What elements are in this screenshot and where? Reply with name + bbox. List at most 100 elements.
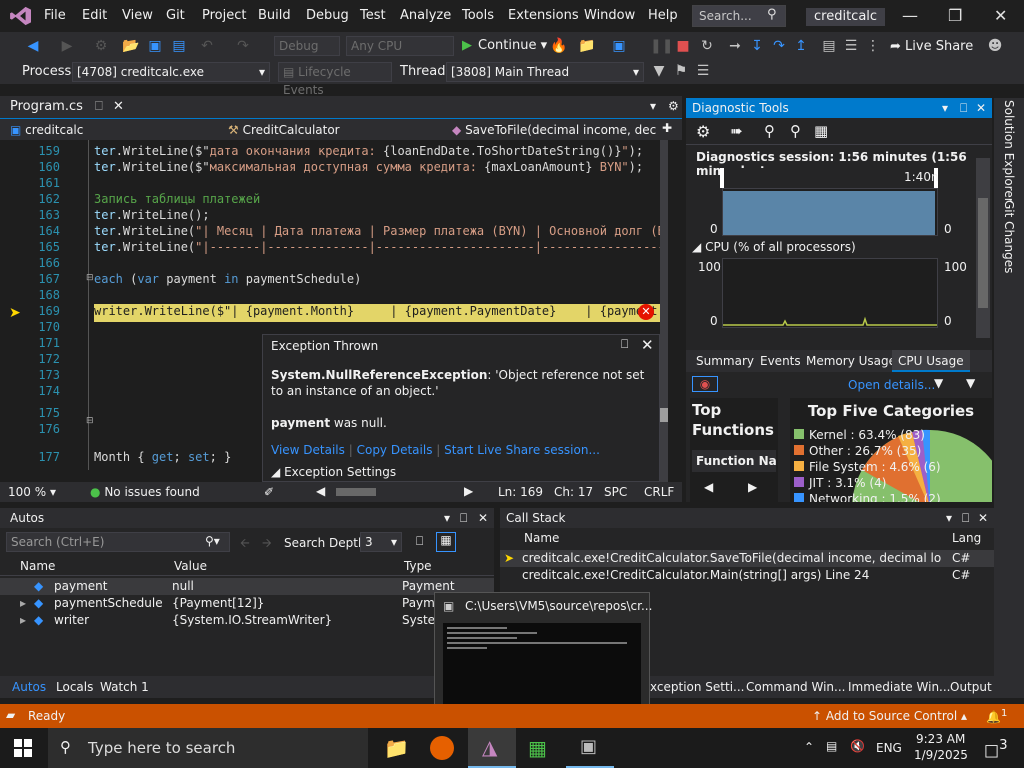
column-indicator[interactable]: Ch: 17 [554,485,593,499]
tab-exception-settings[interactable]: xception Setti... [650,680,744,694]
save-icon[interactable]: ▣ [146,37,164,55]
diag-scrollbar[interactable] [976,158,990,338]
expand-arrow-icon[interactable]: ▸ [20,613,26,627]
menu-item[interactable]: Build [258,8,291,23]
zoom-select[interactable]: 100 % ▾ [8,485,56,499]
open-details-link[interactable]: Open details... [848,378,935,392]
expand-arrow-icon[interactable]: ▸ [20,596,26,610]
close-panel-icon[interactable]: ✕ [978,511,988,525]
more-tools-icon[interactable]: ⋮ [864,37,882,55]
menu-item[interactable]: Tools [462,8,494,23]
visual-studio-taskbar-button[interactable]: ◮ [468,728,516,768]
maximize-icon[interactable]: ❐ [948,6,962,25]
split-editor-icon[interactable]: ✚ [662,121,672,135]
scroll-left-icon[interactable]: ◀ [704,480,713,494]
tab-output[interactable]: Output [950,680,992,694]
close-popup-icon[interactable]: ✕ [641,336,654,354]
function-name-column[interactable]: Function Nan [692,450,776,472]
pin-icon[interactable]: ⎕ [962,511,969,526]
tab-events[interactable]: Events [760,354,801,368]
pin-icon[interactable]: ⎕ [621,337,628,352]
search-input[interactable]: Search... ⚲ [692,5,786,27]
hex-display-icon[interactable]: ▤ [820,37,838,55]
call-stack-row[interactable]: ➤ creditcalc.exe!CreditCalculator.SaveToF… [500,550,994,567]
threads-icon[interactable]: ☰ [842,37,860,55]
menu-item[interactable]: Debug [306,8,349,23]
tab-summary[interactable]: Summary [696,354,754,368]
zoom-out-icon[interactable]: ⚲ [790,122,801,140]
stack-frame-icon[interactable]: ☰ [694,62,712,80]
open-folder-icon[interactable]: 📂 [122,37,140,55]
folder-icon[interactable]: 📁 [578,37,596,55]
menu-item[interactable]: Extensions [508,8,579,23]
tab-program-cs[interactable]: Program.cs ⎕ ✕ [4,96,130,118]
back-icon[interactable]: ◀ [24,37,42,55]
menu-item[interactable]: View [122,8,153,23]
autos-row[interactable]: ▸ ◆ writer {System.IO.StreamWriter} Syster [0,612,494,629]
autos-row[interactable]: ◆ payment null Payment [0,578,494,595]
project-nav-select[interactable]: ▣ creditcalc [6,121,220,139]
cpu-graph-toggle[interactable]: ◢ CPU (% of all processors) [692,240,856,254]
scroll-thumb[interactable] [336,488,376,496]
live-share-button[interactable]: ➦ Live Share [890,39,973,54]
notifications-bell-icon[interactable]: 🔔1 [986,708,1007,724]
show-next-statement-icon[interactable]: ➞ [726,37,744,55]
hot-reload-icon[interactable]: 🔥 [550,37,568,55]
tab-memory-usage[interactable]: Memory Usage [806,354,896,368]
view-as-icon[interactable]: ▦ [436,532,456,552]
volume-muted-icon[interactable]: 🔇 [850,739,865,753]
editor-scrollbar[interactable] [660,140,668,482]
search-forward-icon[interactable]: 🡪 [262,534,272,555]
search-depth-select[interactable]: 3 ▾ [360,532,402,552]
restart-icon[interactable]: ↻ [698,37,716,55]
export-icon[interactable]: ➠ [730,122,743,140]
close-icon[interactable]: ✕ [994,6,1007,25]
brush-icon[interactable]: ✐ [264,485,274,499]
step-into-icon[interactable]: ↧ [748,37,766,55]
solution-explorer-tab[interactable]: Solution Explorer [1002,100,1016,203]
variable-value[interactable]: {System.IO.StreamWriter} [172,613,332,627]
platform-select[interactable]: Any CPU [346,36,454,56]
settings-gear-icon[interactable]: ⚙ [696,122,710,141]
store-app-icon[interactable]: ▦ [528,736,547,760]
taskbar-search-input[interactable]: ⚲ Type here to search [48,728,368,768]
stop-icon[interactable]: ■ [674,37,692,55]
issues-indicator[interactable]: ● No issues found [90,485,200,499]
tab-overflow-icon[interactable]: ▾ [650,99,656,113]
flag-thread-icon[interactable]: ⚑ [672,62,690,80]
undo-icon[interactable]: ↶ [198,37,216,55]
class-nav-select[interactable]: ⚒ CreditCalculator [224,121,442,139]
feedback-icon[interactable]: ☻ [986,37,1004,55]
horizontal-scrollbar[interactable]: ◀ ▶ [316,484,476,498]
timeline-start-handle[interactable] [720,168,724,188]
filter-icon[interactable]: ▼ [966,376,975,390]
console-taskbar-button[interactable]: ▣ [566,728,614,768]
menu-item[interactable]: Edit [82,8,107,23]
save-all-icon[interactable]: ▤ [170,37,188,55]
dropdown-icon[interactable]: ▾ [942,101,948,115]
tab-watch-1[interactable]: Watch 1 [100,680,149,694]
menu-item[interactable]: Analyze [400,8,451,23]
close-panel-icon[interactable]: ✕ [976,101,986,115]
filter-icon[interactable]: ▼ [650,62,668,80]
start-live-share-link[interactable]: Start Live Share session... [444,443,600,457]
col-name[interactable]: Name [524,531,559,545]
step-over-icon[interactable]: ↷ [770,37,788,55]
timeline-ruler[interactable]: 1:40n [720,168,939,188]
action-center-icon[interactable]: □3 [984,738,1008,759]
menu-item[interactable]: Window [584,8,635,23]
new-project-icon[interactable]: ⚙ [92,37,110,55]
fold-toggle-icon[interactable]: ⊟ [86,273,94,283]
member-nav-select[interactable]: ◆ SaveToFile(decimal income, decim [448,121,656,139]
line-ending-indicator[interactable]: CRLF [644,485,674,499]
firefox-icon[interactable] [430,736,454,760]
autos-row[interactable]: ▸ ◆ paymentSchedule {Payment[12]} Paym [0,595,494,612]
add-to-source-control-button[interactable]: ↑ Add to Source Control ▴ [812,709,967,723]
close-tab-icon[interactable]: ✕ [113,99,124,114]
menu-item[interactable]: File [44,8,66,23]
spaces-indicator[interactable]: SPC [604,485,627,499]
menu-item[interactable]: Test [360,8,386,23]
col-language[interactable]: Lang [952,531,981,545]
scroll-thumb[interactable] [978,198,988,308]
menu-item[interactable]: Git [166,8,185,23]
